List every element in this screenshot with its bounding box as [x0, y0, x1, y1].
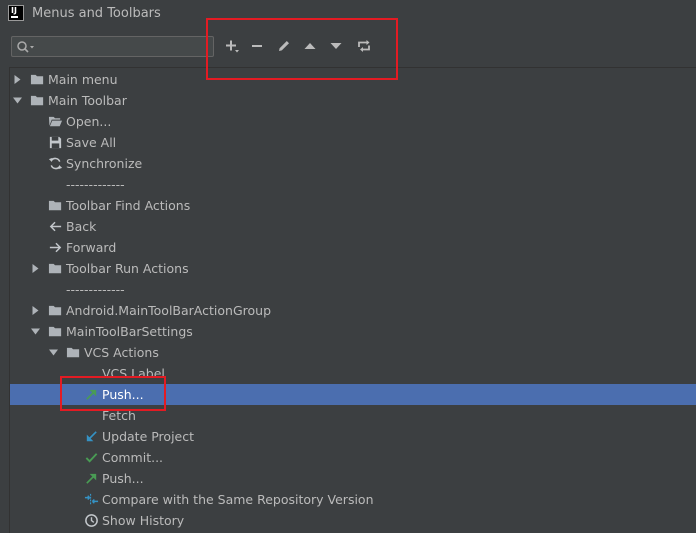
tree-item-label: Forward [66, 240, 117, 255]
tree-item[interactable]: Show History [10, 510, 696, 531]
tree-item-label: VCS Label [102, 366, 165, 381]
add-icon [226, 40, 239, 53]
tree-item-label: Main menu [48, 72, 118, 87]
window-title: Menus and Toolbars [32, 6, 161, 21]
move-up-button[interactable] [298, 34, 322, 58]
folder-icon [48, 200, 62, 211]
history-icon [85, 514, 98, 527]
edit-icon [279, 41, 289, 51]
tree-item[interactable]: Commit... [10, 447, 696, 468]
expand-arrow-right-icon[interactable] [13, 75, 22, 84]
compare-icon [84, 493, 99, 506]
tree-item[interactable]: VCS Label [10, 363, 696, 384]
tree-item-label: ------------- [66, 177, 125, 192]
folder-icon [48, 263, 62, 274]
folder-icon [30, 95, 44, 106]
save-icon [49, 136, 62, 149]
folder-icon [48, 326, 62, 337]
tree-item[interactable]: Android.MainToolBarActionGroup [10, 300, 696, 321]
tree-item-label: Android.MainToolBarActionGroup [66, 303, 271, 318]
tree-item-label: Open... [66, 114, 112, 129]
tree-item[interactable]: Main Toolbar [10, 90, 696, 111]
tree-item-label: ------------- [66, 282, 125, 297]
tree-item-label: Push... [102, 387, 144, 402]
folder-icon [48, 305, 62, 316]
commit-icon [85, 453, 98, 463]
tree-item[interactable]: ------------- [10, 174, 696, 195]
tree-item[interactable]: ------------- [10, 279, 696, 300]
tree-item-label: Save All [66, 135, 117, 150]
tree-item-label: VCS Actions [84, 345, 159, 360]
expand-arrow-down-icon[interactable] [49, 348, 58, 357]
search-box[interactable] [11, 36, 214, 57]
expand-arrow-right-icon[interactable] [31, 306, 40, 315]
tree-item[interactable]: Forward [10, 237, 696, 258]
tree-item[interactable]: Push... [10, 468, 696, 489]
remove-icon [252, 45, 262, 47]
search-input[interactable] [38, 38, 208, 55]
tree-item[interactable]: Open... [10, 111, 696, 132]
tree-item[interactable]: VCS Actions [10, 342, 696, 363]
title-bar: IJ Menus and Toolbars [0, 0, 696, 28]
update-icon [86, 431, 97, 442]
edit-button[interactable] [272, 34, 296, 58]
tree-item-label: Compare with the Same Repository Version [102, 492, 374, 507]
arrow-left-icon [49, 221, 62, 232]
tree-item-label: Back [66, 219, 97, 234]
actions-tree[interactable]: Main menu Main Toolbar Open... Save All Sync… [9, 67, 696, 533]
expand-arrow-right-icon[interactable] [31, 264, 40, 273]
tree-item-label: MainToolBarSettings [66, 324, 193, 339]
folder-icon [30, 74, 44, 85]
tree-item[interactable]: Fetch [10, 405, 696, 426]
push-icon [86, 473, 97, 484]
restore-icon [358, 40, 370, 52]
tree-item-label: Update Project [102, 429, 195, 444]
tree-item[interactable]: Update Project [10, 426, 696, 447]
tree-item[interactable]: Synchronize [10, 153, 696, 174]
folder-icon [66, 347, 80, 358]
open-folder-icon [48, 116, 63, 127]
tree-item-label: Main Toolbar [48, 93, 127, 108]
tree-item[interactable]: Push... [10, 384, 696, 405]
add-button[interactable] [220, 34, 244, 58]
tree-item[interactable]: MainToolBarSettings [10, 321, 696, 342]
tree-item[interactable]: Back [10, 216, 696, 237]
tree-item-label: Synchronize [66, 156, 143, 171]
restore-button[interactable] [352, 34, 376, 58]
move-up-icon [304, 43, 316, 49]
tree-item-label: Toolbar Find Actions [66, 198, 191, 213]
expand-arrow-down-icon[interactable] [31, 327, 40, 336]
tree-item-label: Commit... [102, 450, 164, 465]
tree-item-label: Push... [102, 471, 144, 486]
tree-item[interactable]: Save All [10, 132, 696, 153]
tree-item[interactable]: Compare with the Same Repository Version [10, 489, 696, 510]
tree-item[interactable]: Toolbar Find Actions [10, 195, 696, 216]
search-icon[interactable] [16, 40, 36, 54]
expand-arrow-down-icon[interactable] [13, 96, 22, 105]
intellij-logo-icon: IJ [8, 5, 24, 21]
push-icon [86, 389, 97, 400]
tree-item[interactable]: Toolbar Run Actions [10, 258, 696, 279]
move-down-button[interactable] [324, 34, 348, 58]
tree-item[interactable]: Main menu [10, 69, 696, 90]
arrow-right-icon [49, 242, 62, 253]
tree-item-label: Toolbar Run Actions [66, 261, 189, 276]
move-down-icon [330, 43, 342, 49]
tree-item-label: Fetch [102, 408, 136, 423]
sync-icon [48, 157, 63, 170]
remove-button[interactable] [245, 34, 269, 58]
tree-item-label: Show History [102, 513, 185, 528]
